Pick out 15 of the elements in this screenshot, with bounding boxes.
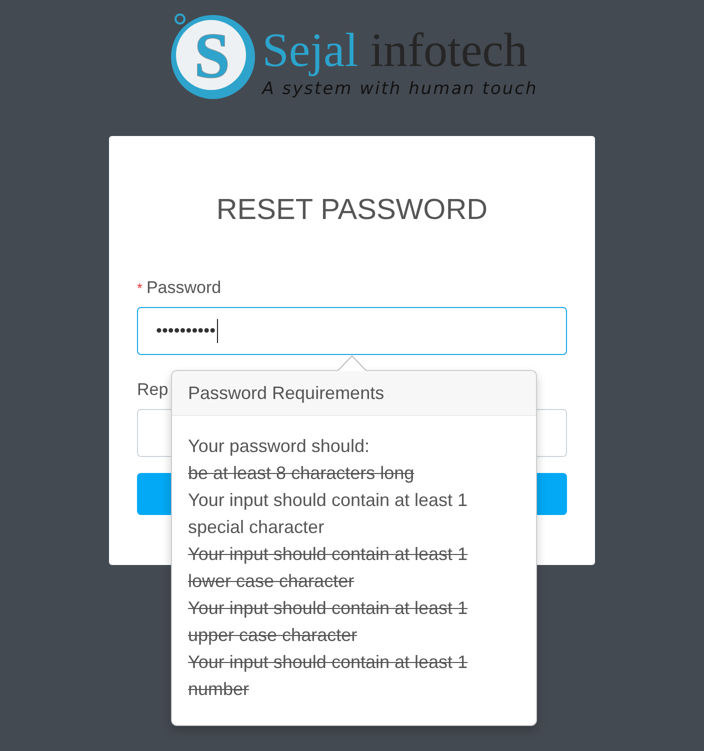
requirements-intro: Your password should: [188, 435, 370, 458]
popover-title: Password Requirements [172, 371, 536, 416]
requirement-text: be at least 8 characters long [188, 462, 414, 485]
field-label: Rep [137, 379, 168, 401]
requirement-text: Your input should contain at least 1 lower case character [188, 543, 469, 593]
requirement-text: Your input should contain at least 1 number [188, 651, 469, 701]
required-mark: * [137, 279, 142, 298]
requirement-text: Your input should contain at least 1 upper case character [188, 597, 469, 647]
requirement-text: Your input should contain at least 1 special character [188, 489, 469, 539]
page-title: RESET PASSWORD [215, 193, 489, 228]
text-cursor-icon [216, 319, 218, 343]
input-field[interactable]: •••••••••• [137, 307, 567, 355]
field-label: Password [146, 277, 222, 299]
logo-tagline: A system with human touch [262, 78, 538, 100]
logo-word: Sejal [262, 27, 358, 75]
